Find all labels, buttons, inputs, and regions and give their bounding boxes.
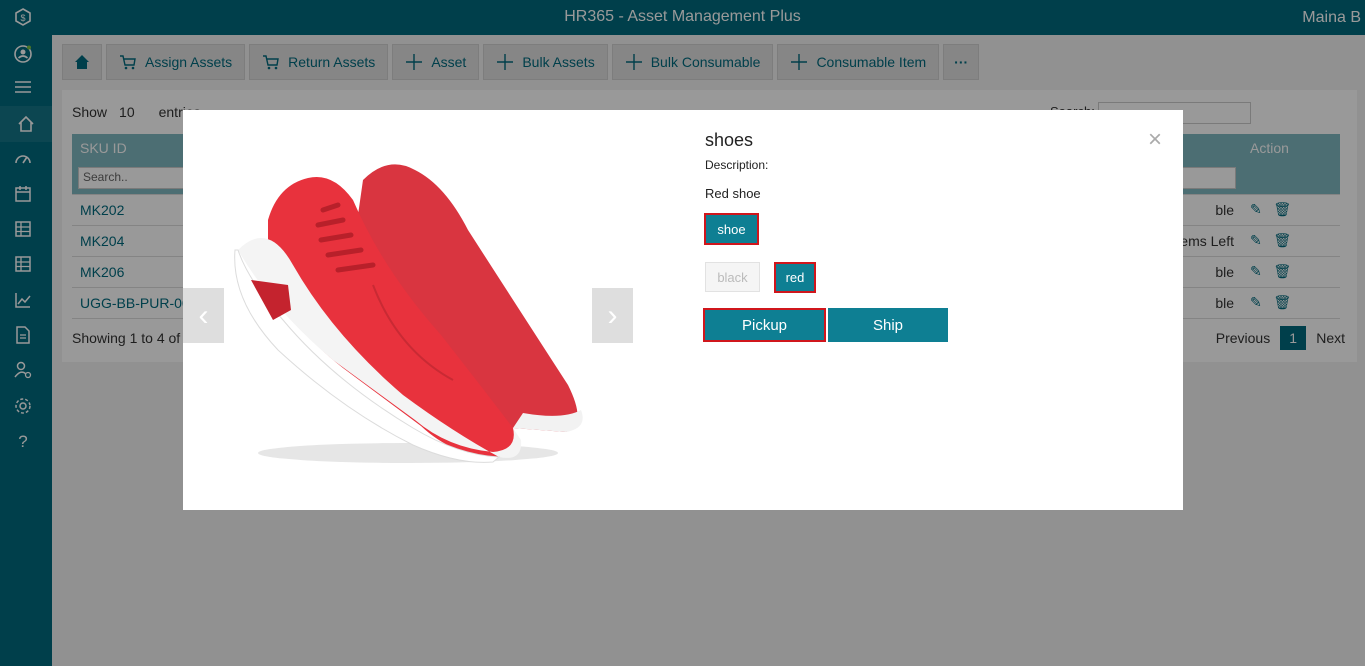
category-tag-shoe[interactable]: shoe [704, 213, 759, 245]
previous-image-button[interactable]: ‹ [183, 288, 224, 343]
product-image [183, 110, 633, 510]
color-option-red[interactable]: red [774, 262, 816, 293]
color-option-black[interactable]: black [705, 262, 760, 292]
shoe-image [234, 164, 583, 463]
pickup-button[interactable]: Pickup [703, 308, 826, 342]
product-name: shoes [705, 130, 754, 150]
product-description: Red shoe [705, 186, 761, 201]
product-modal: ‹ › × shoes Description: Red shoe shoe b… [183, 110, 1183, 510]
ship-button[interactable]: Ship [828, 308, 948, 342]
close-icon[interactable]: × [1148, 126, 1162, 154]
description-label: Description: [705, 158, 769, 172]
next-image-button[interactable]: › [592, 288, 633, 343]
